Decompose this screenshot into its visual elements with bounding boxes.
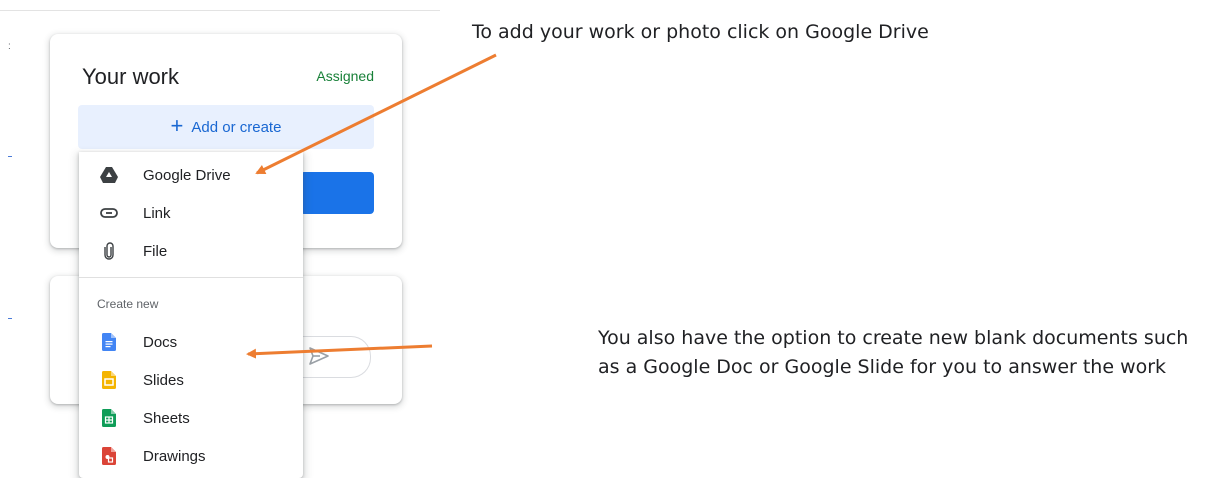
annotation-arrows [246,53,497,359]
arrow-to-create-new [246,344,433,359]
arrow-to-google-drive [255,53,497,175]
